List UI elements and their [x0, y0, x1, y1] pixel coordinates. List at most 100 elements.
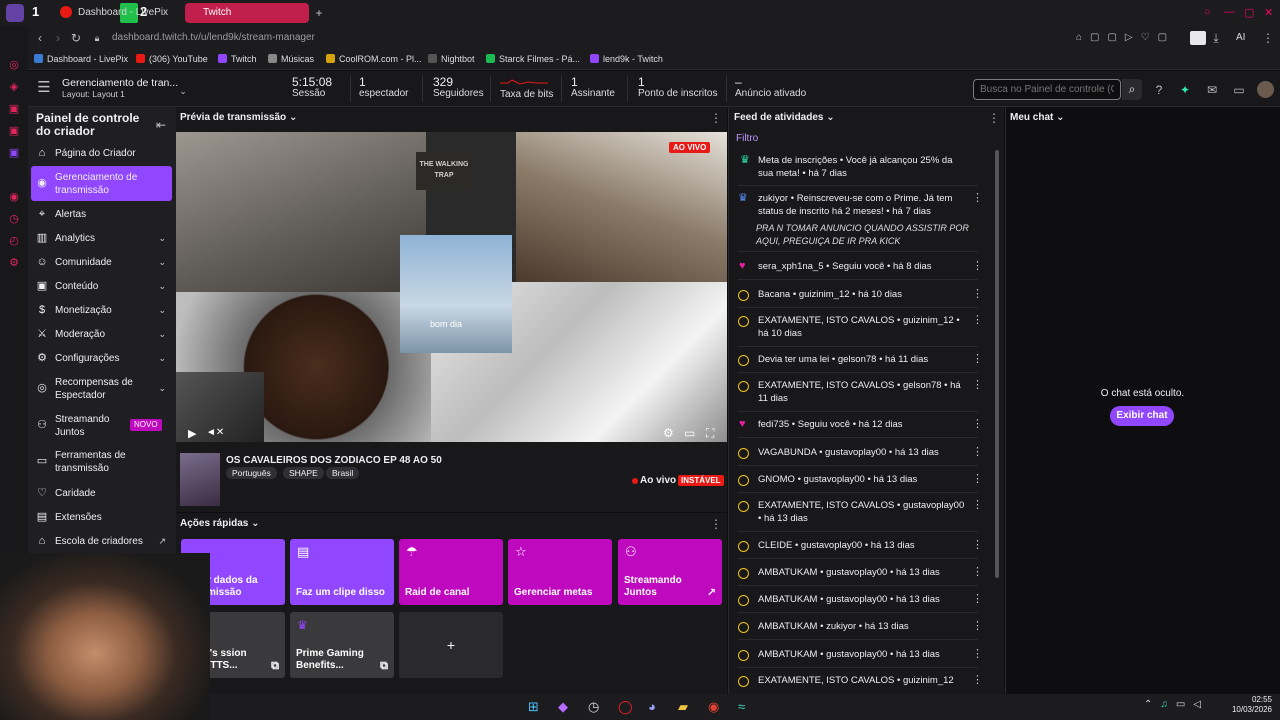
sidebar-item-charity[interactable]: ♡ Caridade — [32, 487, 172, 501]
avatar[interactable] — [1257, 81, 1274, 98]
feed-item[interactable]: VAGABUNDA • gustavoplay00 • há 13 dias ⋮ — [738, 446, 983, 466]
item-menu-icon[interactable]: ⋮ — [972, 418, 983, 431]
opera-icon[interactable]: ◯ — [618, 697, 633, 717]
extension-square-icon[interactable] — [1190, 31, 1206, 45]
terminal-icon[interactable]: ≈ — [738, 697, 745, 717]
sidebar-item-alerts[interactable]: ⌖ Alertas — [32, 208, 172, 222]
feed-item[interactable]: ♥ sera_xph1na_5 • Seguiu você • há 8 dias… — [738, 260, 983, 280]
bookmark-4[interactable]: CoolROM.com - Pl... — [326, 54, 422, 64]
bookmark-0[interactable]: Dashboard - LivePix — [34, 54, 128, 64]
folder-icon[interactable]: ▰ — [678, 697, 688, 717]
collapse-sidebar-icon[interactable]: ⇤ — [155, 118, 167, 132]
quick-action-clip[interactable]: ▤ Faz um clipe disso — [290, 539, 394, 605]
quick-actions-menu-icon[interactable]: ⋮ — [710, 517, 722, 531]
tab-twitch[interactable]: Twitch — [185, 3, 309, 23]
sidebar-item-monetization[interactable]: $ Monetização ⌄ — [32, 304, 172, 318]
clock-app-icon[interactable]: ◷ — [588, 697, 599, 717]
menu-icon[interactable]: ⋮ — [1262, 31, 1274, 45]
sidebar-app-icons[interactable]: ◎ ◈ ▣ ▣ ▣ ◉ ◷ ◴ ⚙ — [8, 54, 20, 274]
taskbar-apps[interactable]: ⊞ ◆ ◷ ◯ ◕ ▰ ◉ ≈ — [528, 697, 758, 717]
back-icon[interactable]: ‹ — [34, 31, 46, 45]
toolbar-icons[interactable]: ⌂▢▢▷♡▢ — [1076, 31, 1206, 45]
tab-dashboard[interactable]: Dashboard - LivePix — [60, 3, 170, 23]
sidebar-item-analytics[interactable]: ▥ Analytics ⌄ — [32, 232, 172, 246]
feed-item[interactable]: ♛ Meta de inscrições • Você já alcançou 2… — [738, 154, 978, 186]
feed-item[interactable]: EXATAMENTE, ISTO CAVALOS • guizinim_12 ⋮ — [738, 674, 983, 692]
sidebar-item-content[interactable]: ▣ Conteúdo ⌄ — [32, 280, 172, 294]
fullscreen-icon[interactable]: ⛶ — [706, 426, 714, 441]
chat-header[interactable]: Meu chat ⌄ — [1010, 112, 1065, 123]
feed-item[interactable]: Devia ter uma lei • gelson78 • há 11 dia… — [738, 353, 983, 373]
feed-item[interactable]: EXATAMENTE, ISTO CAVALOS • gustavoplay00… — [738, 499, 983, 532]
sidebar-item-stream-together[interactable]: ⚇ Streamando Juntos NOVO — [32, 413, 172, 439]
sparkle-icon[interactable]: ✦ — [1178, 83, 1192, 97]
sidebar-item-extensions[interactable]: ▤ Extensões — [32, 511, 172, 525]
copilot-icon[interactable]: ◆ — [558, 697, 568, 717]
quick-action-raid[interactable]: ☂ Raid de canal — [399, 539, 503, 605]
video-player[interactable]: THE WALKING TRAP bom dia AO VIVO ▶ ◄✕ ⚙ ▭… — [176, 132, 727, 442]
feed-filter-link[interactable]: Filtro — [736, 133, 758, 144]
sidebar-item-rewards[interactable]: ◎ Recompensas de Espectador ⌄ — [32, 376, 172, 402]
feed-item[interactable]: Bacana • guizinim_12 • há 10 dias ⋮ — [738, 288, 983, 308]
mute-icon[interactable]: ◄✕ — [206, 427, 224, 438]
item-menu-icon[interactable]: ⋮ — [972, 446, 983, 459]
quick-action-stream-together[interactable]: ⚇ Streamando Juntos ↗ — [618, 539, 722, 605]
sidebar-item-stream-manager[interactable]: ◉ Gerenciamento de transmissão — [32, 171, 172, 197]
sidebar-item-settings[interactable]: ⚙ Configurações ⌄ — [32, 352, 172, 366]
tag[interactable]: Brasil — [326, 467, 360, 479]
page-title[interactable]: Gerenciamento de tran... Layout: Layout … — [62, 78, 182, 100]
opera-logo-icon[interactable] — [6, 4, 24, 22]
quick-actions-header[interactable]: Ações rápidas ⌄ — [180, 518, 260, 529]
dashboard-search-input[interactable] — [973, 79, 1121, 100]
item-menu-icon[interactable]: ⋮ — [972, 648, 983, 661]
window-controls[interactable]: ○ — ▢ ✕ — [1200, 6, 1280, 20]
bookmark-1[interactable]: (306) YouTube — [136, 54, 208, 64]
feed-item[interactable]: ♛ zukiyor • Reinscreveu-se com o Prime. J… — [738, 192, 983, 252]
feed-item[interactable]: AMBATUKAM • gustavoplay00 • há 13 dias ⋮ — [738, 648, 983, 668]
item-menu-icon[interactable]: ⋮ — [972, 353, 983, 366]
play-icon[interactable]: ▶ — [188, 427, 196, 440]
url-field[interactable]: dashboard.twitch.tv/u/lend9k/stream-mana… — [112, 32, 315, 43]
tag[interactable]: Português — [226, 467, 277, 479]
reload-icon[interactable]: ↻ — [70, 31, 82, 45]
feed-item[interactable]: CLEIDE • gustavoplay00 • há 13 dias ⋮ — [738, 539, 983, 559]
show-chat-button[interactable]: Exibir chat — [1110, 406, 1174, 426]
feed-item[interactable]: AMBATUKAM • gustavoplay00 • há 13 dias ⋮ — [738, 566, 983, 586]
feed-item[interactable]: GNOMO • gustavoplay00 • há 13 dias ⋮ — [738, 473, 983, 493]
feed-item[interactable]: EXATAMENTE, ISTO CAVALOS • gelson78 • há… — [738, 379, 983, 412]
help-icon[interactable]: ? — [1152, 83, 1166, 97]
activity-feed-header[interactable]: Feed de atividades ⌄ — [734, 112, 835, 123]
settings-gear-icon[interactable]: ⚙ — [663, 426, 674, 440]
theater-mode-icon[interactable]: ▭ — [684, 426, 695, 440]
sidebar-item-creator-school[interactable]: ⌂ Escola de criadores ↗ — [32, 535, 172, 549]
feed-item[interactable]: ♥ fedi735 • Seguiu você • há 12 dias ⋮ — [738, 418, 983, 438]
download-icon[interactable]: ⤓ — [1210, 31, 1222, 45]
new-tab-button[interactable]: + — [312, 6, 326, 20]
clock[interactable]: 02:55 10/03/2026 — [1222, 695, 1272, 715]
bookmark-2[interactable]: Twitch — [218, 54, 257, 64]
item-menu-icon[interactable]: ⋮ — [972, 314, 983, 327]
layout-chevron-down-icon[interactable]: ⌄ — [178, 84, 188, 98]
quick-action-prime[interactable]: ♛ Prime Gaming Benefits... ⧉ — [290, 612, 394, 678]
item-menu-icon[interactable]: ⋮ — [972, 192, 983, 205]
item-menu-icon[interactable]: ⋮ — [972, 288, 983, 301]
feed-item[interactable]: AMBATUKAM • gustavoplay00 • há 13 dias ⋮ — [738, 593, 983, 613]
item-menu-icon[interactable]: ⋮ — [972, 674, 983, 687]
search-button[interactable]: ⌕ — [1122, 79, 1142, 100]
chrome-icon[interactable]: ◉ — [708, 697, 719, 717]
bookmark-6[interactable]: Starck Filmes - Pá... — [486, 54, 580, 64]
whispers-icon[interactable]: ▭ — [1232, 83, 1246, 97]
item-menu-icon[interactable]: ⋮ — [972, 473, 983, 486]
feed-scrollbar[interactable] — [995, 150, 999, 578]
quick-action-add[interactable]: + — [399, 612, 503, 678]
item-menu-icon[interactable]: ⋮ — [972, 499, 983, 512]
bookmark-3[interactable]: Músicas — [268, 54, 314, 64]
bookmark-5[interactable]: Nightbot — [428, 54, 475, 64]
item-menu-icon[interactable]: ⋮ — [972, 620, 983, 633]
inbox-icon[interactable]: ✉ — [1205, 83, 1219, 97]
feed-menu-icon[interactable]: ⋮ — [988, 111, 1000, 125]
sidebar-item-moderation[interactable]: ⚔ Moderação ⌄ — [32, 328, 172, 342]
tag[interactable]: SHAPE — [283, 467, 324, 479]
sidebar-item-community[interactable]: ☺ Comunidade ⌄ — [32, 256, 172, 270]
item-menu-icon[interactable]: ⋮ — [972, 379, 983, 392]
